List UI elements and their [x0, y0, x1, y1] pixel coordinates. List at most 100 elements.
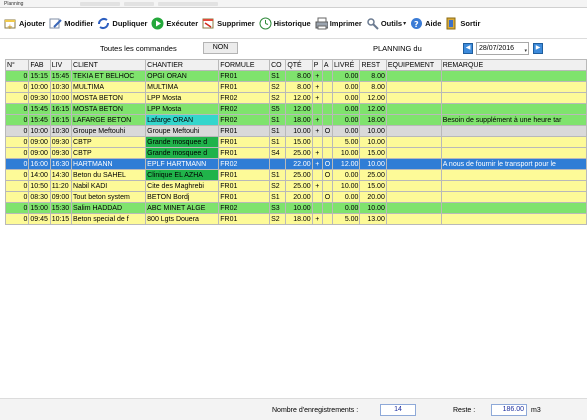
column-header-a[interactable]: A [321, 59, 334, 71]
table-row[interactable]: 0 09:00 09:30 CBTP Grande mosquee d FR01… [4, 136, 587, 148]
table-row[interactable]: 0 09:30 10:00 MOSTA BETON LPP Mosta FR02… [4, 92, 587, 104]
execute-icon [151, 17, 164, 30]
cell-a [321, 136, 334, 148]
cell-equipement [385, 125, 442, 137]
column-header-formule[interactable]: FORMULE [218, 59, 271, 71]
column-header-rest[interactable]: REST [359, 59, 387, 71]
table-row[interactable]: 0 15:45 16:15 MOSTA BETON LPP Mosta FR02… [4, 103, 587, 115]
column-header-fab[interactable]: FAB [28, 59, 51, 71]
cell-co: S2 [269, 213, 287, 225]
cell-rest: 15.00 [359, 180, 387, 192]
cell-livre: 5.00 [332, 213, 361, 225]
cell-p [311, 202, 323, 214]
cell-remarque [440, 70, 587, 82]
cell-livre: 0.00 [332, 70, 361, 82]
records-count-label: Nombre d'enregistrements : [272, 407, 359, 414]
column-header-equipement[interactable]: EQUIPEMENT [385, 59, 442, 71]
column-header-number[interactable]: N° [4, 59, 30, 71]
cell-client: Nabil KADI [71, 180, 147, 192]
cell-remarque: Besoin de supplément à une heure tar [440, 114, 587, 126]
duplicate-button[interactable]: Dupliquer [97, 15, 147, 33]
column-header-p[interactable]: P [311, 59, 323, 71]
rest-unit-label: m3 [531, 407, 541, 414]
grid-header-row: N° FAB LIV CLIENT CHANTIER FORMULE CO QT… [4, 59, 587, 71]
cell-fab: 14:00 [28, 169, 51, 181]
cell-p: + [311, 92, 323, 104]
execute-button[interactable]: Exécuter [151, 15, 198, 33]
cell-co: S1 [269, 191, 287, 203]
cell-client: HARTMANN [71, 158, 147, 170]
delete-button[interactable]: Supprimer [202, 15, 255, 33]
history-icon [259, 17, 272, 30]
table-row[interactable]: 0 15:45 16:15 LAFARGE BETON Lafarge ORAN… [4, 114, 587, 126]
column-header-client[interactable]: CLIENT [71, 59, 147, 71]
cell-number: 0 [4, 169, 30, 181]
exit-button[interactable]: Sortir [445, 15, 480, 33]
column-header-chantier[interactable]: CHANTIER [145, 59, 220, 71]
cell-fab: 09:30 [28, 92, 51, 104]
cell-number: 0 [4, 81, 30, 93]
cell-formule: FR01 [218, 81, 271, 93]
cell-client: CBTP [71, 136, 147, 148]
cell-p [311, 169, 323, 181]
cell-liv: 15:45 [49, 70, 73, 82]
history-button[interactable]: Historique [259, 15, 311, 33]
table-row[interactable]: 0 15:15 15:45 TEKIA ET BELHOC OPGI ORAN … [4, 70, 587, 82]
column-header-qte[interactable]: QTÉ [285, 59, 313, 71]
non-toggle-button[interactable]: NON [203, 42, 238, 54]
cell-formule: FR01 [218, 70, 271, 82]
calendar-dropdown-icon[interactable]: ▾ [524, 46, 527, 57]
cell-equipement [385, 169, 442, 181]
cell-remarque: A nous de fournir le transport pour le [440, 158, 587, 170]
column-header-co[interactable]: CO [269, 59, 287, 71]
table-row[interactable]: 0 10:50 11:20 Nabil KADI Cite des Maghre… [4, 180, 587, 192]
all-orders-label: Toutes les commandes [100, 44, 177, 53]
cell-client: CBTP [71, 147, 147, 159]
next-day-button[interactable]: ▶ [533, 43, 543, 54]
previous-day-button[interactable]: ◀ [463, 43, 473, 54]
table-row[interactable]: 0 09:45 10:15 Beton special de f 800 Lgt… [4, 213, 587, 225]
cell-p [311, 191, 323, 203]
cell-equipement [385, 180, 442, 192]
table-row[interactable]: 0 08:30 09:00 Tout beton system BETON Bo… [4, 191, 587, 203]
exit-icon [445, 17, 458, 30]
cell-co: S3 [269, 202, 287, 214]
cell-rest: 10.00 [359, 136, 387, 148]
cell-number: 0 [4, 158, 30, 170]
cell-chantier: OPGI ORAN [145, 70, 220, 82]
title-bar: Planning [0, 0, 587, 8]
delete-icon [202, 17, 215, 30]
column-header-remarque[interactable]: REMARQUE [440, 59, 587, 71]
cell-qte: 12.00 [285, 103, 313, 115]
table-row-selected[interactable]: 0 16:00 16:30 HARTMANN EPLF HARTMANN FR0… [4, 158, 587, 170]
cell-client: MOSTA BETON [71, 92, 147, 104]
svg-text:+: + [7, 23, 13, 30]
print-button[interactable]: Imprimer [315, 15, 362, 33]
edit-button[interactable]: Modifier [49, 15, 93, 33]
cell-number: 0 [4, 70, 30, 82]
table-row[interactable]: 0 14:00 14:30 Beton du SAHEL Clinique EL… [4, 169, 587, 181]
table-row[interactable]: 0 10:00 10:30 MULTIMA MULTIMA FR01 S2 8.… [4, 81, 587, 93]
cell-a: O [321, 191, 334, 203]
table-row[interactable]: 0 09:00 09:30 CBTP Grande mosquee d FR01… [4, 147, 587, 159]
cell-p [311, 136, 323, 148]
cell-rest: 15.00 [359, 147, 387, 159]
cell-co: S5 [269, 103, 287, 115]
cell-liv: 16:30 [49, 158, 73, 170]
edit-icon [49, 17, 62, 30]
planning-date-field[interactable]: 28/07/2016 ▾ [476, 42, 529, 55]
column-header-livre[interactable]: LIVRÉ [332, 59, 361, 71]
help-button[interactable]: ? Aide [410, 15, 441, 33]
add-button[interactable]: + Ajouter [4, 15, 45, 33]
grid-body: 0 15:15 15:45 TEKIA ET BELHOC OPGI ORAN … [4, 70, 587, 225]
tools-menu-button[interactable]: Outils ▾ [366, 15, 406, 33]
table-row[interactable]: 0 10:00 10:30 Groupe Meftouhi Groupe Mef… [4, 125, 587, 137]
cell-liv: 11:20 [49, 180, 73, 192]
cell-livre: 0.00 [332, 202, 361, 214]
cell-formule: FR02 [218, 92, 271, 104]
cell-chantier: LPP Mosta [145, 103, 220, 115]
cell-number: 0 [4, 202, 30, 214]
table-row[interactable]: 0 15:00 15:30 Salim HADDAD ABC MINET ALG… [4, 202, 587, 214]
column-header-liv[interactable]: LIV [49, 59, 73, 71]
cell-liv: 09:30 [49, 147, 73, 159]
